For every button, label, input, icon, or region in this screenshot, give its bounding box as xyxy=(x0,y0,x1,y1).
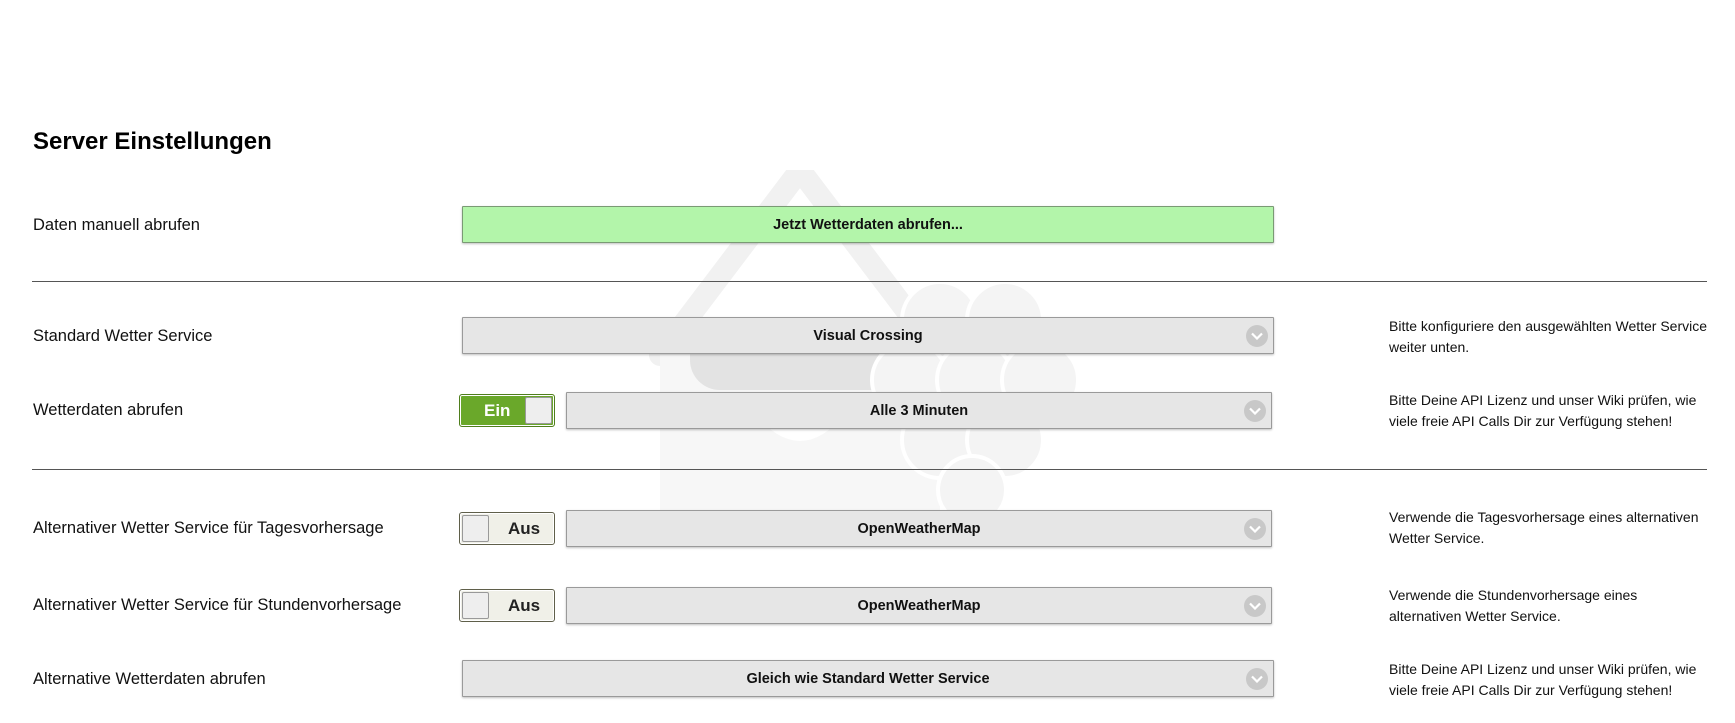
chevron-down-icon xyxy=(1244,399,1266,422)
fetch-interval-label: Wetterdaten abrufen xyxy=(33,401,184,419)
alt-fetch-hint: Bitte Deine API Lizenz und unser Wiki pr… xyxy=(1389,661,1697,698)
chevron-down-icon xyxy=(1244,517,1266,540)
toggle-knob xyxy=(462,515,489,542)
fetch-interval-hint: Bitte Deine API Lizenz und unser Wiki pr… xyxy=(1389,392,1697,429)
section-divider xyxy=(32,281,1707,282)
standard-service-select[interactable]: Visual Crossing xyxy=(462,317,1274,354)
alt-hourly-hint: Verwende die Stundenvorhersage eines alt… xyxy=(1389,587,1638,624)
fetch-interval-value: Alle 3 Minuten xyxy=(869,402,969,419)
fetch-interval-select[interactable]: Alle 3 Minuten xyxy=(566,392,1272,429)
toggle-state-label: Aus xyxy=(508,596,541,615)
toggle-knob xyxy=(525,397,552,424)
alt-daily-label: Alternativer Wetter Service für Tagesvor… xyxy=(33,519,384,537)
fetch-weather-now-button[interactable]: Jetzt Wetterdaten abrufen... xyxy=(462,206,1274,243)
toggle-state-label: Aus xyxy=(508,519,541,538)
alt-fetch-select[interactable]: Gleich wie Standard Wetter Service xyxy=(462,660,1274,697)
chevron-down-icon xyxy=(1244,594,1266,617)
alt-hourly-select[interactable]: OpenWeatherMap xyxy=(566,587,1272,624)
page-title: Server Einstellungen xyxy=(33,128,272,155)
toggle-knob xyxy=(462,592,489,619)
chevron-down-icon xyxy=(1246,667,1268,690)
chevron-down-icon xyxy=(1246,324,1268,347)
alt-hourly-value: OpenWeatherMap xyxy=(857,597,981,614)
section-divider xyxy=(32,469,1707,470)
fetch-enabled-toggle[interactable]: Ein xyxy=(459,394,555,427)
alt-daily-select[interactable]: OpenWeatherMap xyxy=(566,510,1272,547)
standard-service-label: Standard Wetter Service xyxy=(33,327,213,345)
alt-hourly-label: Alternativer Wetter Service für Stundenv… xyxy=(33,596,402,614)
alt-daily-toggle[interactable]: Aus xyxy=(459,512,555,545)
alt-fetch-label: Alternative Wetterdaten abrufen xyxy=(33,670,266,688)
alt-daily-hint: Verwende die Tagesvorhersage eines alter… xyxy=(1389,509,1699,546)
alt-daily-value: OpenWeatherMap xyxy=(857,520,981,537)
toggle-state-label: Ein xyxy=(484,401,511,420)
alt-fetch-value: Gleich wie Standard Wetter Service xyxy=(746,670,990,687)
standard-service-hint: Bitte konfiguriere den ausgewählten Wett… xyxy=(1389,318,1708,355)
alt-hourly-toggle[interactable]: Aus xyxy=(459,589,555,622)
manual-fetch-label: Daten manuell abrufen xyxy=(33,216,200,234)
standard-service-value: Visual Crossing xyxy=(813,327,923,344)
